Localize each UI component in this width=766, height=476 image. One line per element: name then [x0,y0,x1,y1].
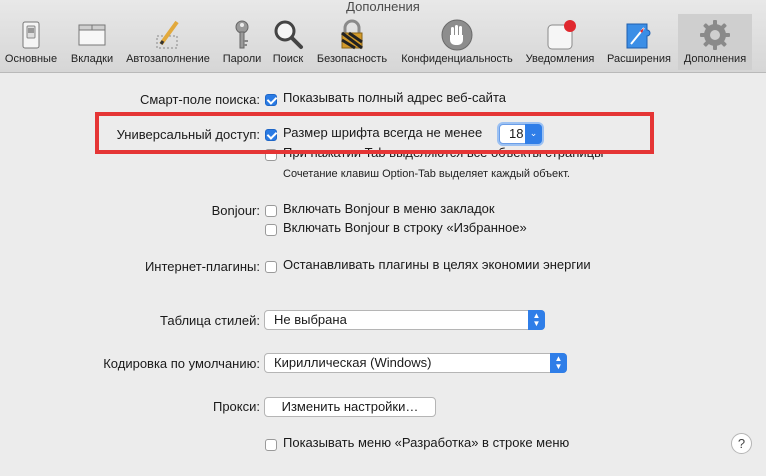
tab-label: Дополнения [683,53,747,65]
key-icon [225,18,259,52]
develop-menu-checkbox[interactable] [265,439,277,451]
stop-plugins-text: Останавливать плагины в целях экономии э… [283,257,591,272]
padlock-icon [335,18,369,52]
help-button[interactable]: ? [731,433,752,454]
tab-label: Основные [4,53,58,65]
tab-tabs[interactable]: Вкладки [64,14,120,70]
tab-label: Безопасность [316,53,388,65]
tab-autofill[interactable]: Автозаполнение [122,14,214,70]
tabs-window-icon [75,18,109,52]
stylesheet-select[interactable]: Не выбрана ▲ ▼ [264,310,545,330]
stop-plugins-checkbox[interactable] [265,261,277,273]
bonjour-favorites-text: Включать Bonjour в строку «Избранное» [283,220,527,235]
bonjour-label: Bonjour: [211,203,260,218]
plugins-label: Интернет-плагины: [144,259,260,274]
tab-extensions[interactable]: Расширения [602,14,676,70]
stylesheet-label: Таблица стилей: [160,313,260,328]
tab-label: Конфиденциальность [401,53,513,65]
tab-advanced[interactable]: Дополнения [678,14,752,70]
bonjour-bookmarks-text: Включать Bonjour в меню закладок [283,201,495,216]
preferences-tabs: Основные Вкладки Автозаполнение Пароли П… [0,14,766,70]
encoding-value: Кириллическая (Windows) [274,355,432,370]
tab-privacy[interactable]: Конфиденциальность [396,14,518,70]
smart-search-label: Смарт-поле поиска: [139,92,260,107]
tab-passwords[interactable]: Пароли [216,14,268,70]
preferences-toolbar: Дополнения Основные Вкладки Автозаполнен… [0,0,766,73]
magnifier-icon [271,18,305,52]
bonjour-favorites-checkbox[interactable] [265,224,277,236]
show-full-address-text: Показывать полный адрес веб-сайта [283,90,506,105]
pencil-icon [151,18,185,52]
tab-general[interactable]: Основные [0,14,62,70]
proxy-label: Прокси: [212,399,260,414]
encoding-label: Кодировка по умолчанию: [103,356,260,371]
tab-search[interactable]: Поиск [268,14,308,70]
puzzle-compass-icon [622,18,656,52]
tab-notifications[interactable]: Уведомления [520,14,600,70]
hand-icon [440,18,474,52]
tab-label: Вкладки [70,53,114,65]
encoding-select[interactable]: Кириллическая (Windows) ▲ ▼ [264,353,567,373]
tab-label: Уведомления [525,53,595,65]
advanced-settings-panel: Смарт-поле поиска: Показывать полный адр… [0,73,766,476]
stylesheet-value: Не выбрана [274,312,347,327]
tab-label: Поиск [272,53,304,65]
tab-label: Автозаполнение [126,53,210,65]
tab-label: Пароли [222,53,262,65]
up-down-arrows-icon: ▲ ▼ [550,353,567,373]
gear-icon [698,18,732,52]
tab-label: Расширения [607,53,671,65]
bonjour-bookmarks-checkbox[interactable] [265,205,277,217]
highlight-annotation [95,112,654,154]
tab-security[interactable]: Безопасность [310,14,394,70]
option-tab-note: Сочетание клавиш Option-Tab выделяет каж… [283,168,570,180]
develop-menu-text: Показывать меню «Разработка» в строке ме… [283,435,570,450]
notification-badge-icon [543,18,577,52]
general-switch-icon [14,18,48,52]
window-title: Дополнения [346,0,420,14]
change-proxy-settings-button[interactable]: Изменить настройки… [264,397,436,417]
show-full-address-checkbox[interactable] [265,94,277,106]
up-down-arrows-icon: ▲ ▼ [528,310,545,330]
